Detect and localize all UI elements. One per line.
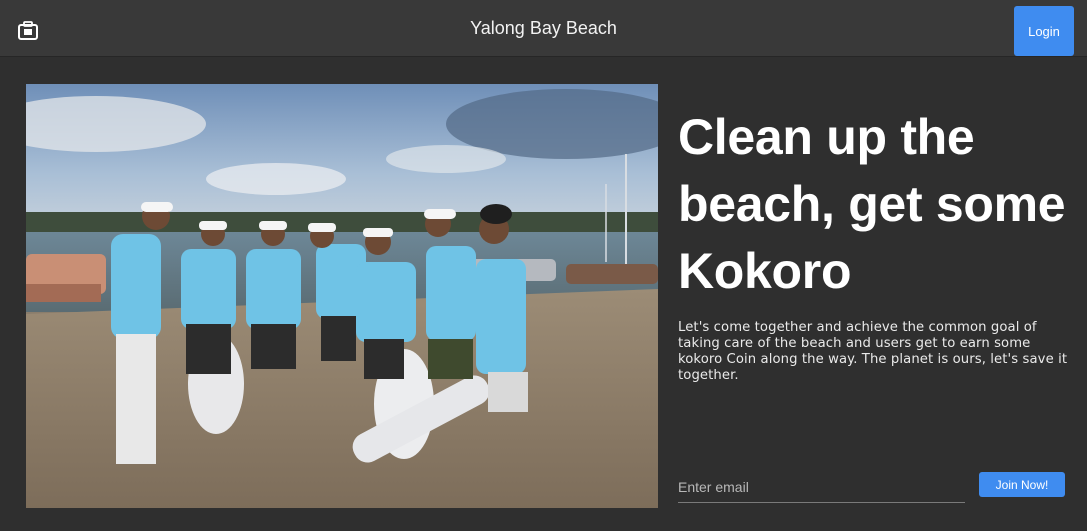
hero-description: Let's come together and achieve the comm… (678, 320, 1068, 383)
login-button[interactable]: Login (1014, 6, 1074, 56)
beach-cleanup-photo (26, 84, 658, 508)
email-field[interactable] (678, 472, 965, 503)
join-now-button[interactable]: Join Now! (979, 472, 1065, 497)
top-bar: Yalong Bay Beach Login (0, 0, 1087, 57)
hero-headline: Clean up the beach, get some Kokoro (678, 109, 1066, 299)
page-title: Yalong Bay Beach (470, 18, 617, 38)
